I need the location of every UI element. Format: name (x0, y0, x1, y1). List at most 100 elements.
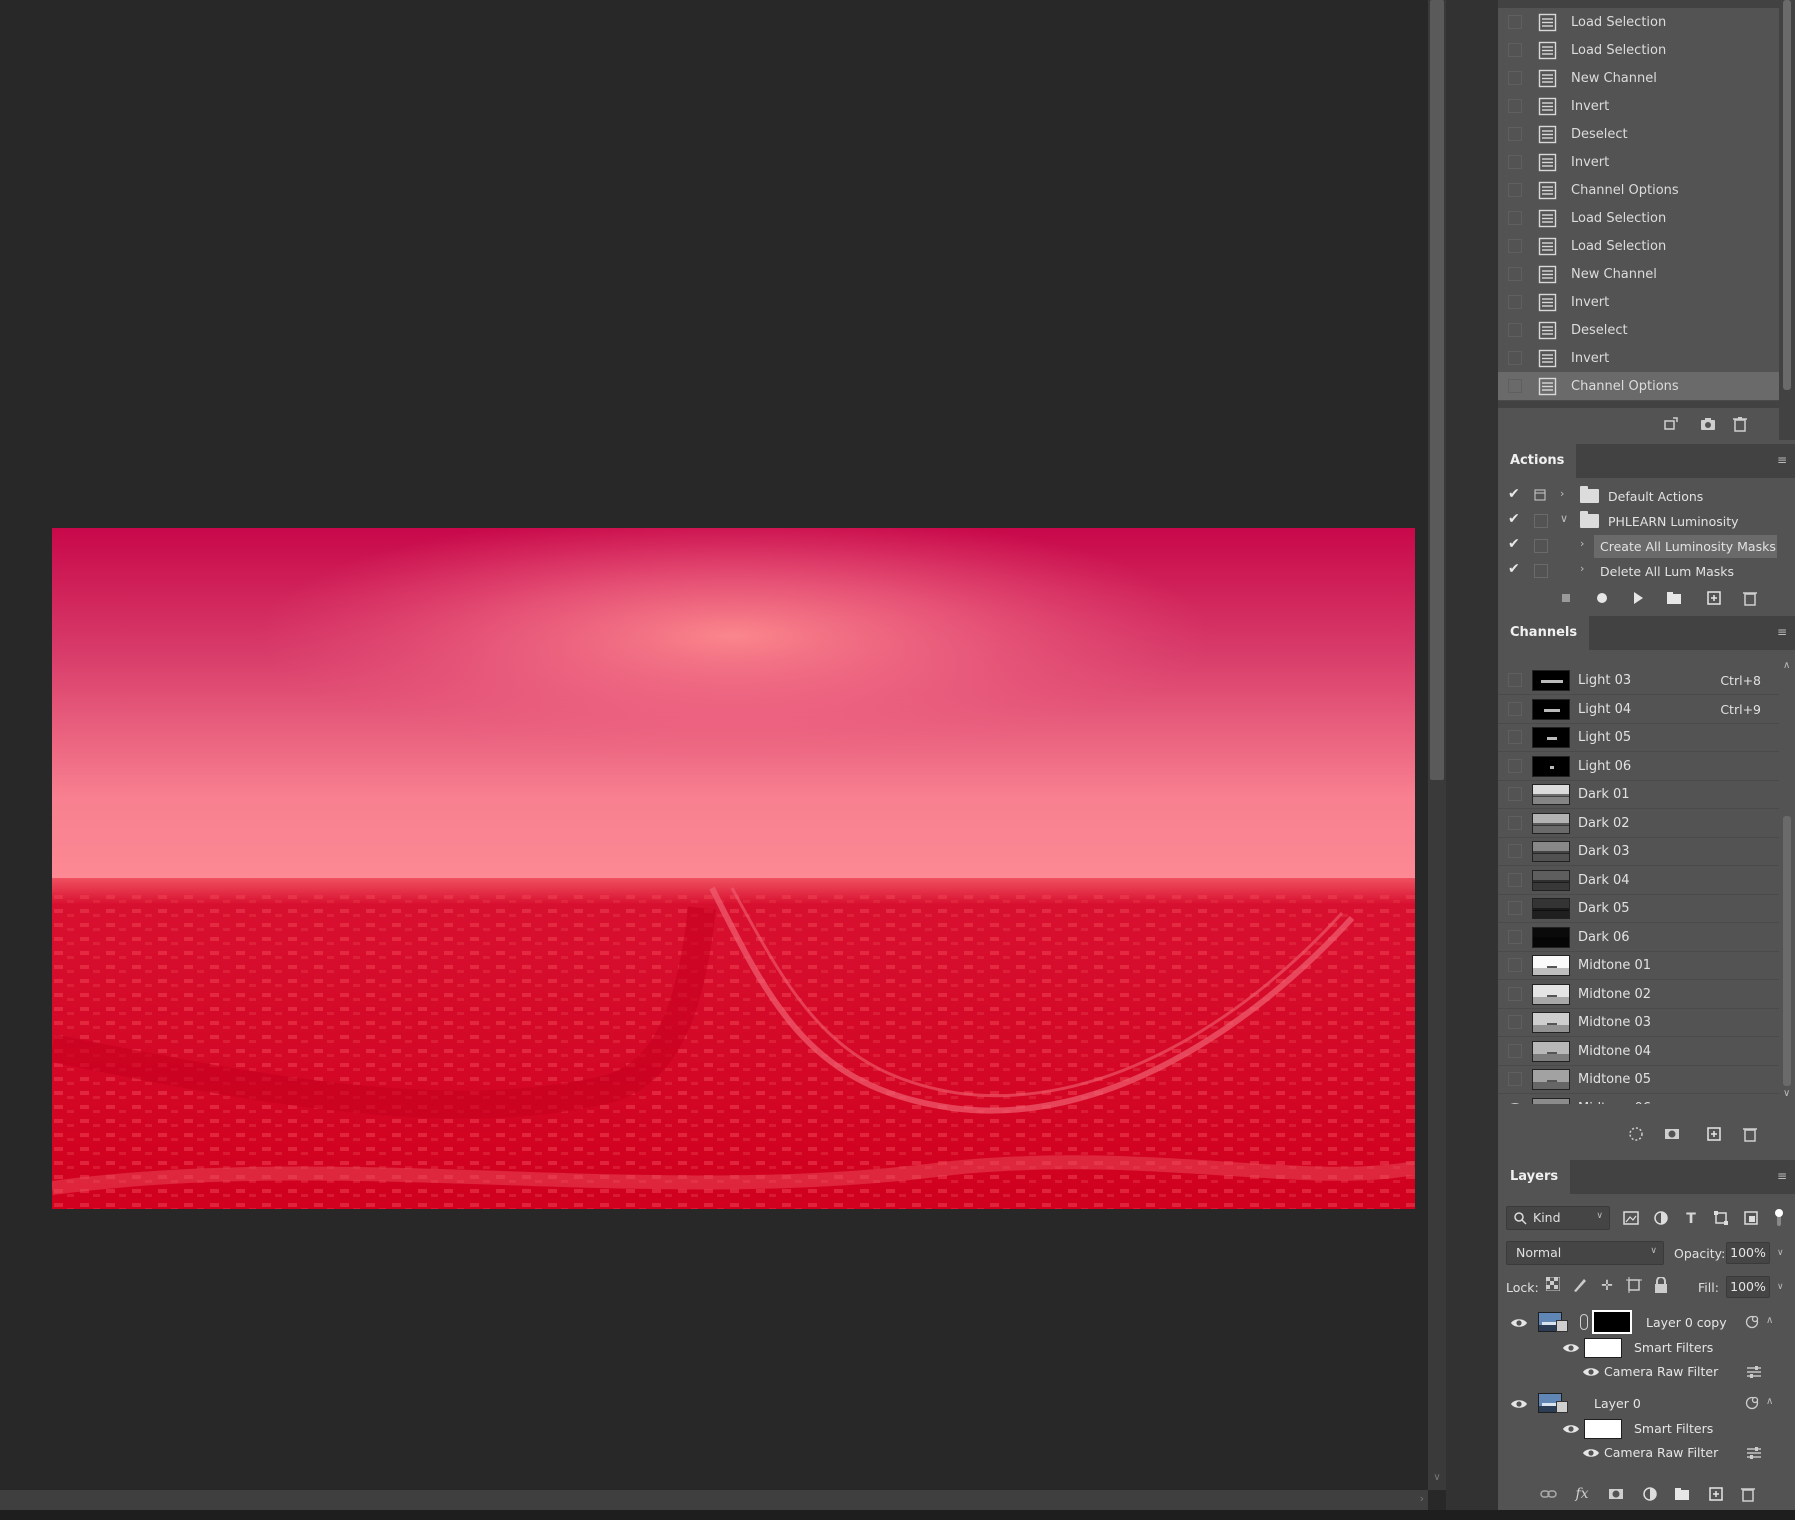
type-layer-filter-icon[interactable]: T (1682, 1210, 1700, 1228)
channel-visibility-toggle[interactable] (1508, 1015, 1522, 1029)
history-state[interactable]: Invert (1498, 148, 1779, 177)
filter-row[interactable]: Camera Raw Filter (1498, 1441, 1779, 1465)
smart-filter-mask-thumbnail[interactable] (1584, 1419, 1622, 1439)
channel-visibility-toggle[interactable] (1508, 1072, 1522, 1086)
channel-row[interactable]: Dark 06 (1498, 923, 1779, 952)
history-snapshot-checkbox[interactable] (1508, 71, 1522, 85)
action-set-item[interactable]: ✔∨PHLEARN Luminosity Masks (1498, 509, 1779, 554)
channel-row[interactable]: Dark 03 (1498, 837, 1779, 866)
history-snapshot-checkbox[interactable] (1508, 43, 1522, 57)
history-snapshot-checkbox[interactable] (1508, 295, 1522, 309)
tab-actions[interactable]: Actions (1498, 444, 1577, 478)
panel-menu-icon[interactable]: ≡ (1775, 625, 1789, 639)
canvas-horizontal-scrollbar[interactable]: › (0, 1490, 1428, 1510)
action-item[interactable]: ✔ › Delete All Lum Masks (1498, 559, 1779, 584)
filter-label[interactable]: Camera Raw Filter (1604, 1445, 1718, 1460)
new-document-from-state-icon[interactable] (1663, 416, 1679, 432)
channels-scroll-thumb[interactable] (1783, 816, 1791, 1086)
panel-menu-icon[interactable]: ≡ (1775, 453, 1789, 467)
layer-name[interactable]: Layer 0 (1594, 1396, 1641, 1411)
history-state[interactable]: Channel Options (1498, 176, 1779, 205)
dialog-toggle-box[interactable] (1534, 514, 1548, 528)
channel-row[interactable]: Midtone 04 (1498, 1037, 1779, 1066)
adjustment-layer-filter-icon[interactable] (1652, 1210, 1670, 1228)
new-action-icon[interactable] (1706, 590, 1722, 606)
channel-row[interactable]: Light 03 Ctrl+8 (1498, 666, 1779, 695)
checkmark-icon[interactable]: ✔ (1508, 486, 1524, 502)
channel-visibility-toggle[interactable] (1508, 929, 1522, 944)
channel-visibility-toggle[interactable] (1508, 787, 1522, 801)
layer-filter-kind-select[interactable]: Kind ∨ (1506, 1206, 1610, 1230)
history-snapshot-checkbox[interactable] (1508, 323, 1522, 337)
history-state[interactable]: Invert (1498, 344, 1779, 373)
channel-visibility-toggle[interactable] (1508, 815, 1522, 830)
history-snapshot-checkbox[interactable] (1508, 15, 1522, 29)
dialog-toggle-box[interactable] (1534, 539, 1548, 553)
group-icon[interactable] (1674, 1486, 1690, 1502)
chevron-right-icon[interactable]: › (1580, 537, 1592, 550)
mask-link-icon[interactable] (1580, 1314, 1588, 1330)
history-scroll-thumb[interactable] (1783, 0, 1791, 390)
folder-icon[interactable] (1666, 590, 1682, 606)
new-layer-icon[interactable] (1708, 1486, 1724, 1502)
history-state[interactable]: Deselect (1498, 316, 1779, 345)
channel-row[interactable]: Midtone 01 (1498, 951, 1779, 980)
history-state[interactable]: Load Selection (1498, 8, 1779, 37)
lock-all-icon[interactable] (1652, 1276, 1670, 1295)
checkmark-icon[interactable]: ✔ (1508, 561, 1524, 577)
channel-visibility-toggle[interactable] (1508, 673, 1522, 687)
checkmark-icon[interactable]: ✔ (1508, 536, 1524, 552)
channel-visibility-toggle[interactable] (1508, 901, 1522, 915)
history-snapshot-checkbox[interactable] (1508, 155, 1522, 169)
layer-mask-thumbnail[interactable] (1592, 1310, 1632, 1334)
action-item[interactable]: ✔ › Create All Luminosity Masks (1498, 534, 1779, 559)
history-snapshot-checkbox[interactable] (1508, 351, 1522, 365)
history-snapshot-checkbox[interactable] (1508, 267, 1522, 281)
history-state[interactable]: Load Selection (1498, 232, 1779, 261)
scroll-down-arrow-icon[interactable]: ∨ (1428, 1472, 1446, 1488)
channel-visibility-toggle[interactable] (1508, 872, 1522, 887)
trash-icon[interactable] (1732, 416, 1748, 432)
layer-name[interactable]: Layer 0 copy (1646, 1315, 1727, 1330)
dialog-toggle-box[interactable] (1534, 564, 1548, 578)
smart-object-filter-icon[interactable] (1742, 1210, 1760, 1228)
chevron-down-icon[interactable]: ∨ (1560, 512, 1572, 525)
history-state[interactable]: New Channel (1498, 64, 1779, 93)
channel-row[interactable]: Dark 04 (1498, 866, 1779, 895)
play-icon[interactable] (1630, 590, 1646, 606)
channel-row[interactable]: Dark 01 (1498, 780, 1779, 809)
chevron-down-icon[interactable]: ∨ (1777, 1282, 1784, 1292)
smart-filter-mask-thumbnail[interactable] (1584, 1338, 1622, 1358)
canvas-vertical-scroll-thumb[interactable] (1430, 0, 1444, 780)
filter-label[interactable]: Camera Raw Filter (1604, 1364, 1718, 1379)
new-channel-icon[interactable] (1706, 1126, 1722, 1142)
scroll-right-arrow-icon[interactable]: › (1420, 1492, 1424, 1505)
chevron-right-icon[interactable]: › (1580, 562, 1592, 575)
lock-position-icon[interactable]: ✛ (1598, 1277, 1616, 1295)
channel-row[interactable]: Dark 05 (1498, 894, 1779, 923)
blend-mode-select[interactable]: Normal ∨ (1506, 1241, 1664, 1265)
history-snapshot-checkbox[interactable] (1508, 379, 1522, 393)
channel-visibility-toggle[interactable] (1508, 986, 1522, 1001)
lock-artboard-icon[interactable] (1625, 1277, 1643, 1295)
channel-visibility-toggle[interactable] (1508, 844, 1522, 858)
stop-icon[interactable] (1558, 590, 1574, 606)
panel-menu-icon[interactable]: ≡ (1775, 1169, 1789, 1183)
channel-row[interactable]: Midtone 06 (1498, 1094, 1779, 1104)
channel-row[interactable]: Light 04 Ctrl+9 (1498, 695, 1779, 724)
scroll-down-arrow-icon[interactable]: ∨ (1783, 1088, 1790, 1099)
channel-visibility-toggle[interactable] (1508, 701, 1522, 716)
pixel-layer-filter-icon[interactable] (1622, 1210, 1640, 1228)
record-icon[interactable] (1594, 590, 1610, 606)
dialog-toggle-box[interactable] (1534, 489, 1548, 503)
chevron-down-icon[interactable]: ∨ (1777, 1248, 1784, 1258)
load-channel-selection-icon[interactable] (1628, 1126, 1644, 1142)
history-state[interactable]: New Channel (1498, 260, 1779, 289)
history-state[interactable]: Channel Options (1498, 372, 1779, 401)
history-state[interactable]: Invert (1498, 92, 1779, 121)
channel-visibility-toggle[interactable] (1508, 958, 1522, 972)
add-mask-icon[interactable] (1608, 1486, 1624, 1502)
checkmark-icon[interactable]: ✔ (1508, 511, 1524, 527)
camera-icon[interactable] (1700, 416, 1716, 432)
history-snapshot-checkbox[interactable] (1508, 239, 1522, 253)
